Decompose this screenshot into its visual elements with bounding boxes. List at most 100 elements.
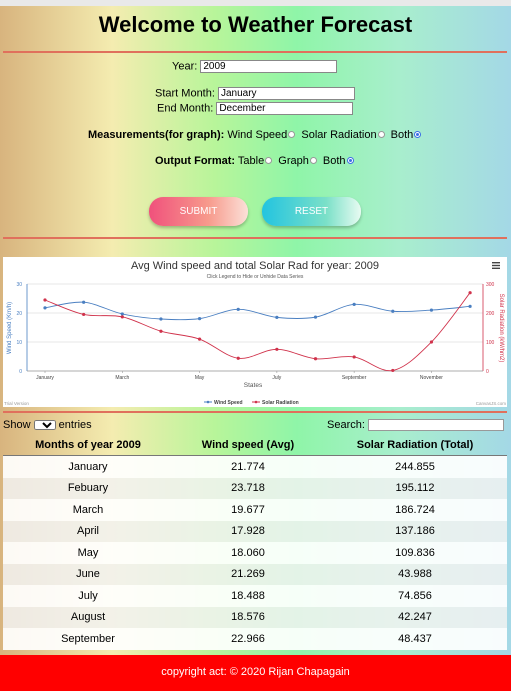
output-option-graph-label: Graph bbox=[278, 155, 309, 167]
right-tick-label: 200 bbox=[486, 311, 495, 317]
data-point-solar-radiation[interactable] bbox=[82, 312, 86, 317]
table-row: May 18.060 109.836 bbox=[3, 542, 507, 564]
cell-month: July bbox=[78, 589, 98, 602]
output-format-label: Output Format: bbox=[155, 155, 236, 167]
table-row: August 18.576 42.247 bbox=[3, 606, 507, 628]
cell-wind-speed: 17.928 bbox=[231, 525, 265, 538]
legend-solar-radiation[interactable]: Solar Radiation bbox=[262, 400, 299, 406]
measurements-row: Measurements(for graph): Wind Speed Sola… bbox=[88, 129, 424, 141]
output-option-table-label: Table bbox=[237, 155, 265, 167]
end-month-input[interactable] bbox=[216, 102, 354, 115]
show-label: Show bbox=[3, 419, 31, 431]
data-point-solar-radiation[interactable] bbox=[391, 368, 395, 373]
header-wind-speed[interactable]: Wind speed (Avg) bbox=[173, 439, 323, 451]
legend-wind-speed[interactable]: Wind Speed bbox=[214, 400, 243, 406]
header-month[interactable]: Months of year 2009 bbox=[3, 439, 173, 451]
series-line-wind-speed bbox=[44, 301, 471, 321]
start-month-row: Start Month: bbox=[155, 87, 355, 100]
search-control: Search: bbox=[327, 419, 504, 432]
cell-solar-radiation: 42.247 bbox=[398, 611, 432, 624]
cell-month: June bbox=[76, 568, 100, 581]
left-tick-label: 20 bbox=[16, 311, 22, 317]
header-divider bbox=[3, 51, 507, 53]
canvasjs-watermark: CanvasJS.com bbox=[476, 401, 507, 406]
chart-legend[interactable]: Wind Speed Solar Radiation bbox=[204, 400, 299, 406]
entries-select[interactable]: 10 bbox=[33, 420, 56, 431]
left-tick-label: 0 bbox=[19, 369, 22, 375]
cell-month: March bbox=[72, 503, 104, 516]
search-label: Search: bbox=[327, 419, 365, 431]
left-tick-label: 10 bbox=[16, 340, 22, 346]
cell-wind-speed: 21.774 bbox=[231, 460, 265, 473]
output-format-row: Output Format: Table Graph Both bbox=[155, 155, 357, 167]
output-option-both-label: Both bbox=[322, 155, 346, 167]
cell-solar-radiation: 137.186 bbox=[395, 525, 435, 538]
page-title: Welcome to Weather Forecast bbox=[98, 12, 413, 37]
measure-wind-radio[interactable] bbox=[288, 130, 296, 138]
data-point-wind-speed[interactable] bbox=[82, 300, 86, 304]
browser-top-strip bbox=[0, 0, 511, 6]
cell-wind-speed: 18.060 bbox=[231, 546, 265, 559]
data-point-wind-speed[interactable] bbox=[197, 317, 202, 321]
data-point-wind-speed[interactable] bbox=[468, 304, 472, 308]
cell-wind-speed: 19.677 bbox=[231, 503, 265, 516]
reset-button[interactable]: RESET bbox=[262, 197, 361, 226]
measure-solar-radio[interactable] bbox=[377, 130, 385, 138]
data-point-solar-radiation[interactable] bbox=[313, 357, 318, 361]
right-tick-label: 100 bbox=[486, 340, 495, 346]
left-axis-title: Wind Speed (Km/h) bbox=[7, 302, 13, 354]
data-point-solar-radiation[interactable] bbox=[43, 298, 47, 302]
table-header: Months of year 2009 Wind speed (Avg) Sol… bbox=[3, 435, 507, 456]
right-axis-title: Solar Radiation (kW/hm2) bbox=[498, 294, 504, 363]
measure-both-radio[interactable] bbox=[414, 130, 422, 138]
data-point-wind-speed[interactable] bbox=[120, 312, 124, 316]
cell-solar-radiation: 43.988 bbox=[398, 568, 432, 581]
x-tick-label: November bbox=[420, 375, 443, 381]
right-tick-label: 300 bbox=[486, 282, 495, 288]
table-row: September 22.966 48.437 bbox=[3, 628, 507, 650]
chart-title: Avg Wind speed and total Solar Rad for y… bbox=[131, 260, 379, 272]
data-point-wind-speed[interactable] bbox=[352, 302, 356, 306]
data-point-wind-speed[interactable] bbox=[275, 315, 279, 319]
left-tick-label: 30 bbox=[16, 282, 22, 288]
footer: copyright act: © 2020 Rijan Chapagain bbox=[0, 655, 511, 691]
year-input[interactable] bbox=[200, 60, 338, 73]
data-point-solar-radiation[interactable] bbox=[120, 315, 124, 319]
cell-wind-speed: 21.269 bbox=[231, 568, 265, 581]
table-row: January 21.774 244.855 bbox=[3, 456, 507, 478]
data-point-solar-radiation[interactable] bbox=[236, 356, 240, 360]
data-point-solar-radiation[interactable] bbox=[429, 340, 434, 344]
table-row: April 17.928 137.186 bbox=[3, 520, 507, 542]
start-month-label: Start Month: bbox=[155, 87, 215, 100]
submit-button[interactable]: SUBMIT bbox=[149, 197, 248, 226]
end-month-row: End Month: bbox=[157, 102, 354, 115]
cell-solar-radiation: 109.836 bbox=[395, 546, 435, 559]
cell-solar-radiation: 186.724 bbox=[395, 503, 435, 516]
output-table-radio[interactable] bbox=[265, 156, 273, 164]
x-tick-label: July bbox=[272, 375, 281, 381]
chart-container: Avg Wind speed and total Solar Rad for y… bbox=[3, 257, 507, 407]
hamburger-icon[interactable] bbox=[492, 262, 500, 269]
output-graph-radio[interactable] bbox=[309, 156, 317, 164]
entries-label: entries bbox=[58, 419, 92, 431]
search-input[interactable] bbox=[367, 419, 504, 432]
entries-control: Show 10 entries bbox=[3, 419, 92, 431]
header-solar-radiation[interactable]: Solar Radiation (Total) bbox=[323, 439, 507, 451]
data-point-solar-radiation[interactable] bbox=[159, 329, 163, 333]
data-point-wind-speed[interactable] bbox=[391, 309, 395, 313]
data-point-solar-radiation[interactable] bbox=[275, 347, 279, 351]
output-both-radio[interactable] bbox=[346, 156, 354, 164]
data-point-solar-radiation[interactable] bbox=[352, 355, 356, 359]
data-point-solar-radiation[interactable] bbox=[197, 337, 202, 341]
data-point-wind-speed[interactable] bbox=[43, 306, 47, 310]
data-point-wind-speed[interactable] bbox=[159, 317, 163, 321]
start-month-input[interactable] bbox=[217, 87, 355, 100]
data-point-wind-speed[interactable] bbox=[429, 308, 434, 312]
cell-wind-speed: 18.488 bbox=[231, 589, 265, 602]
measure-option-wind-label: Wind Speed bbox=[227, 129, 288, 141]
data-point-solar-radiation[interactable] bbox=[468, 291, 472, 295]
data-point-wind-speed[interactable] bbox=[313, 315, 318, 319]
chart-divider bbox=[3, 411, 507, 413]
cell-wind-speed: 23.718 bbox=[231, 482, 265, 495]
data-point-wind-speed[interactable] bbox=[236, 307, 240, 311]
